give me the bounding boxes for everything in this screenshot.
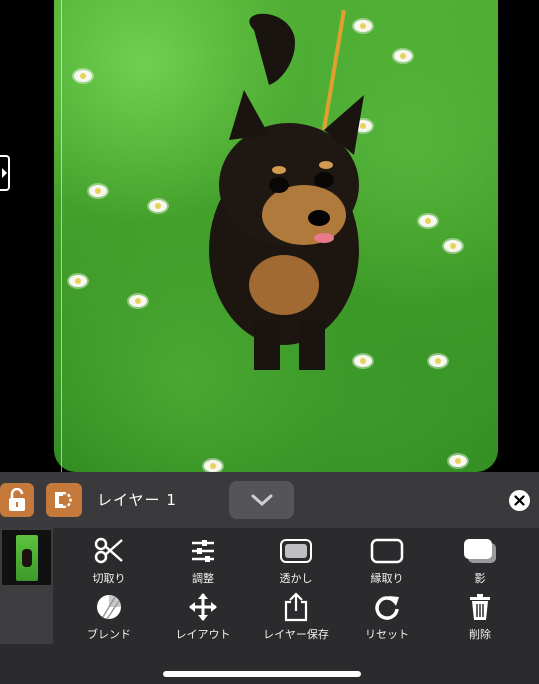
flower-decor — [444, 240, 462, 252]
flower-decor — [429, 355, 447, 367]
reset-icon — [373, 592, 401, 622]
flower-decor — [149, 200, 167, 212]
chevron-right-icon — [1, 168, 7, 178]
flower-decor — [129, 295, 147, 307]
scissors-icon — [94, 536, 124, 566]
blend-button[interactable]: ブレンド — [64, 592, 154, 642]
flower-decor — [204, 460, 222, 472]
close-button[interactable] — [509, 490, 530, 511]
cut-button[interactable]: 切取り — [64, 536, 154, 586]
flower-decor — [89, 185, 107, 197]
close-icon — [514, 495, 525, 506]
move-arrows-icon — [188, 592, 218, 622]
home-indicator[interactable] — [163, 671, 361, 677]
transparency-icon — [279, 536, 313, 566]
editor-canvas[interactable] — [0, 0, 539, 472]
tool-label: レイアウト — [175, 628, 231, 641]
chevron-down-icon — [251, 494, 272, 506]
tool-label: リセット — [365, 628, 409, 641]
transparency-button[interactable]: 透かし — [251, 536, 341, 586]
layer-photo[interactable] — [54, 0, 498, 472]
border-button[interactable]: 縁取り — [342, 536, 432, 586]
border-icon — [370, 536, 404, 566]
layer-dropdown-button[interactable] — [229, 481, 294, 519]
shadow-icon — [463, 536, 497, 566]
reset-button[interactable]: リセット — [342, 592, 432, 642]
snap-magnet-button[interactable] — [46, 483, 82, 517]
bottom-safe-area — [0, 644, 539, 684]
trash-icon — [468, 592, 492, 622]
unlock-icon — [9, 488, 25, 511]
share-icon — [283, 592, 309, 622]
tool-label: 調整 — [192, 572, 214, 585]
blend-icon — [95, 592, 123, 622]
layout-button[interactable]: レイアウト — [158, 592, 248, 642]
guide-line — [61, 0, 62, 472]
tool-label: ブレンド — [87, 628, 131, 641]
lock-button[interactable] — [0, 483, 34, 517]
tool-label: 透かし — [279, 572, 313, 585]
adjust-button[interactable]: 調整 — [158, 536, 248, 586]
layer-thumbnail[interactable] — [2, 530, 51, 585]
flower-decor — [69, 275, 87, 287]
side-panel-toggle[interactable] — [0, 155, 10, 191]
sliders-icon — [190, 536, 216, 566]
tool-label: 削除 — [469, 628, 491, 641]
layer-name: レイヤー 1 — [97, 491, 177, 509]
shadow-button[interactable]: 影 — [435, 536, 525, 586]
delete-button[interactable]: 削除 — [435, 592, 525, 642]
flower-decor — [419, 215, 437, 227]
flower-decor — [449, 455, 467, 467]
flower-decor — [394, 50, 412, 62]
tool-label: レイヤー保存 — [263, 628, 329, 641]
tool-label: 影 — [474, 572, 486, 585]
save-layer-button[interactable]: レイヤー保存 — [251, 592, 341, 642]
thumbnail-image — [15, 534, 38, 581]
tool-label: 縁取り — [370, 572, 404, 585]
magnet-icon — [55, 491, 72, 509]
tool-label: 切取り — [92, 572, 126, 585]
flower-decor — [74, 70, 92, 82]
dog-image — [209, 10, 364, 370]
